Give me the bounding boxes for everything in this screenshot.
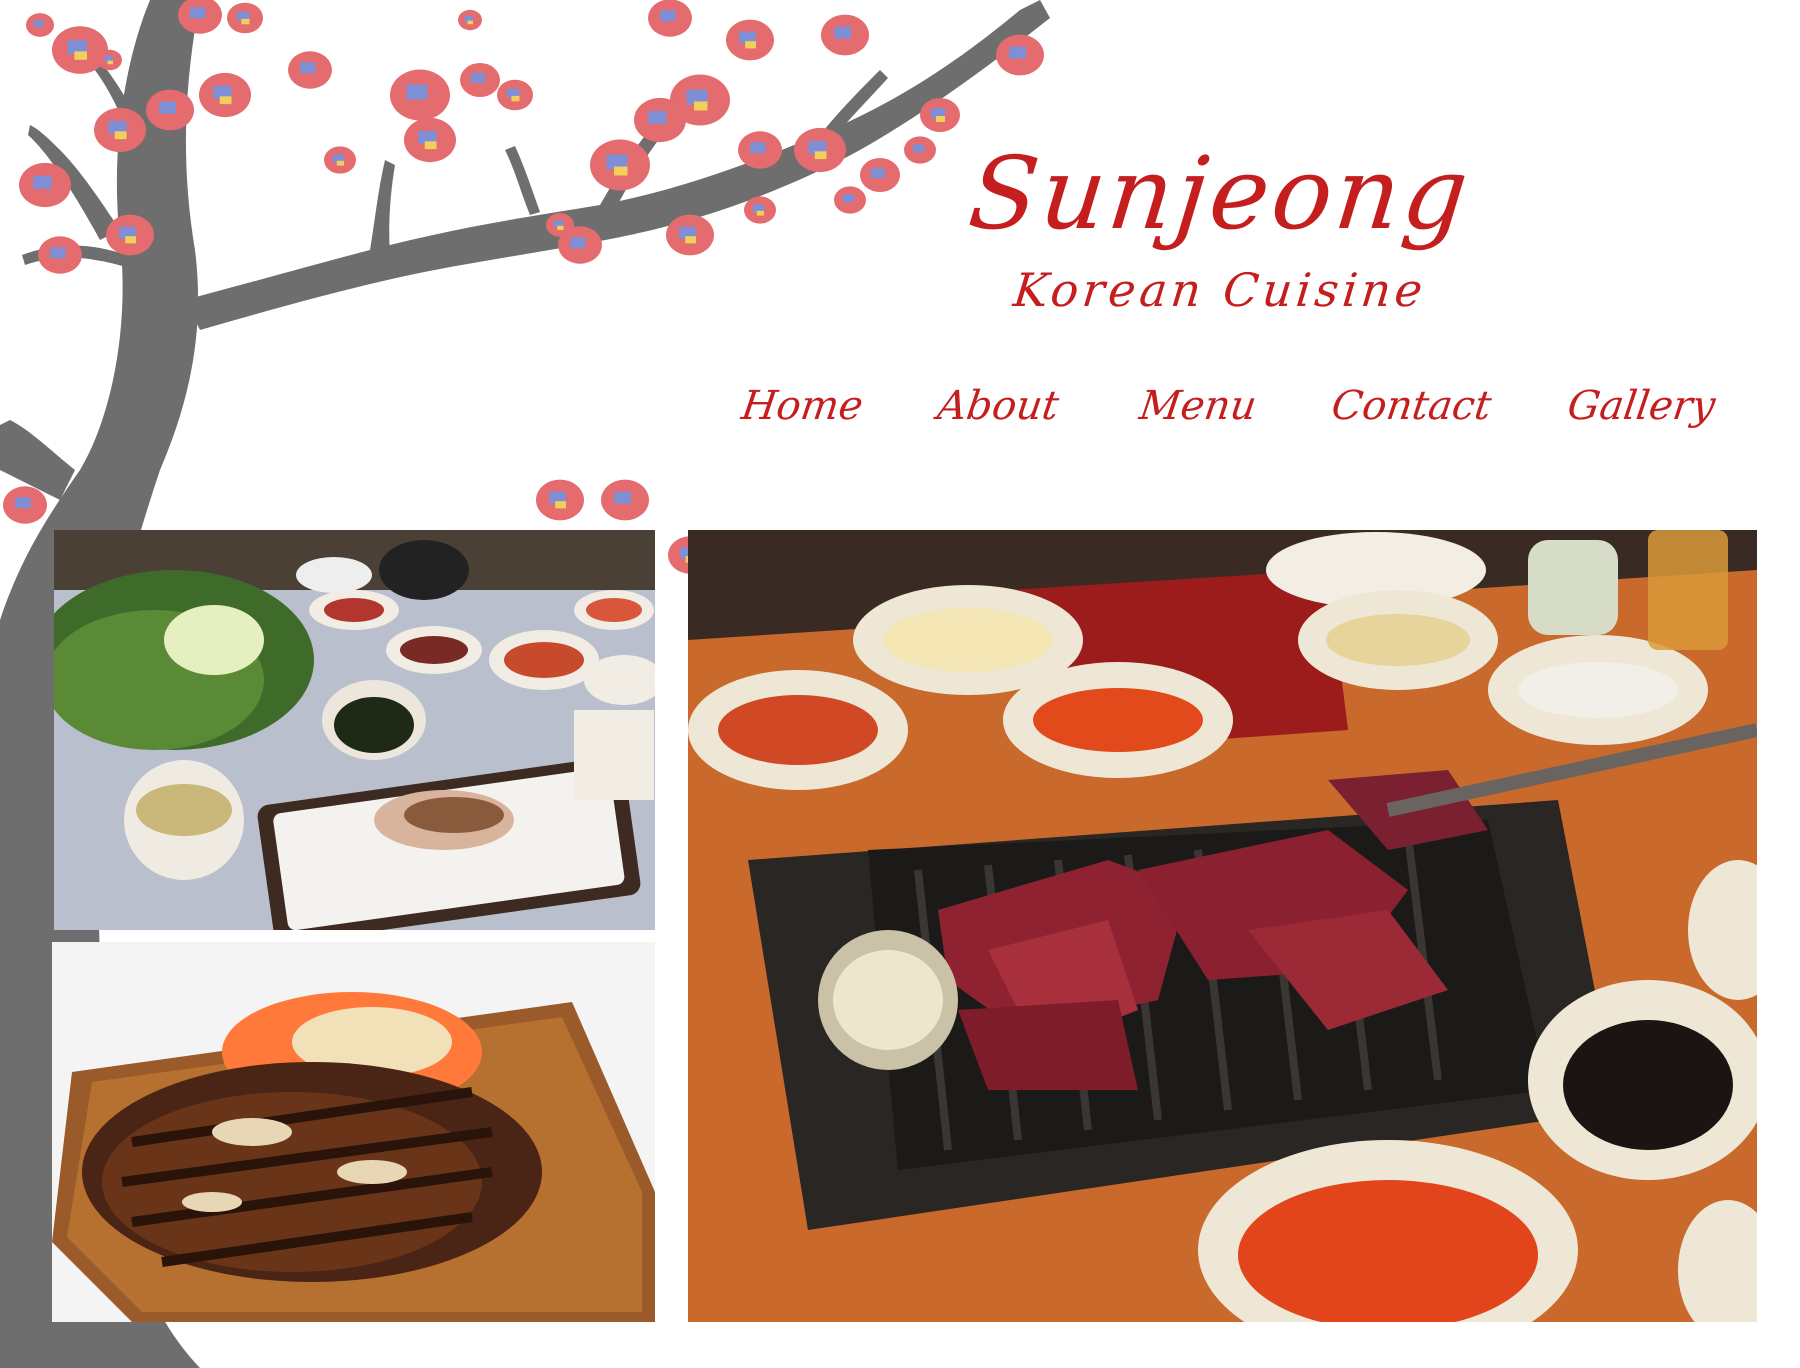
- blossom-center: [648, 110, 667, 124]
- site-title: Sunjeong: [963, 135, 1477, 252]
- blossom-stamen: [614, 166, 628, 176]
- blossom-center: [912, 144, 924, 153]
- blossom-center: [834, 26, 851, 39]
- blossom-stamen: [557, 225, 564, 230]
- nav-link-about[interactable]: About: [935, 383, 1062, 429]
- blossom-stamen: [114, 131, 127, 140]
- main-navigation: Home About Menu Contact Gallery: [730, 383, 1720, 453]
- blossom-center: [300, 62, 316, 74]
- blossom-stamen: [694, 101, 708, 111]
- korean-bbq-grill-photo: [688, 530, 1757, 1322]
- blossom-center: [842, 194, 854, 203]
- site-tagline: Korean Cuisine: [1010, 263, 1430, 317]
- blossom-center: [33, 20, 44, 28]
- blossom-stamen: [241, 18, 250, 25]
- blossom-center: [1009, 46, 1026, 59]
- blossom-center: [750, 142, 766, 154]
- blossom-stamen: [745, 41, 756, 49]
- blossom-stamen: [467, 20, 473, 25]
- nav-link-contact[interactable]: Contact: [1329, 383, 1494, 429]
- blossom-center: [471, 73, 485, 83]
- blossom-center: [50, 247, 66, 259]
- blossom-stamen: [756, 210, 764, 216]
- blossom-center: [406, 84, 428, 100]
- blossom-stamen: [336, 160, 344, 166]
- blossom-stamen: [936, 116, 945, 122]
- galbi-plate-photo: [52, 942, 655, 1322]
- blossom-center: [570, 237, 586, 249]
- banchan-table-photo: [54, 530, 655, 930]
- blossom-stamen: [685, 236, 696, 244]
- blossom-stamen: [125, 236, 136, 244]
- blossom-stamen: [219, 96, 232, 105]
- nav-link-home[interactable]: Home: [739, 383, 866, 429]
- blossom-stamen: [74, 51, 87, 60]
- blossom-center: [871, 168, 885, 178]
- blossom-center: [614, 491, 631, 504]
- blossom-center: [660, 10, 676, 22]
- blossom-center: [190, 7, 206, 19]
- blossom-center: [15, 497, 31, 509]
- blossom-stamen: [107, 60, 113, 65]
- blossom-stamen: [424, 141, 437, 150]
- nav-link-gallery[interactable]: Gallery: [1565, 383, 1718, 429]
- blossom-stamen: [511, 95, 520, 102]
- blossom-stamen: [555, 501, 566, 509]
- blossom-center: [159, 101, 176, 114]
- restaurant-logo[interactable]: Sunjeong Korean Cuisine: [940, 135, 1500, 335]
- blossom-stamen: [814, 151, 827, 160]
- nav-link-menu[interactable]: Menu: [1137, 383, 1260, 429]
- blossom-center: [33, 175, 52, 189]
